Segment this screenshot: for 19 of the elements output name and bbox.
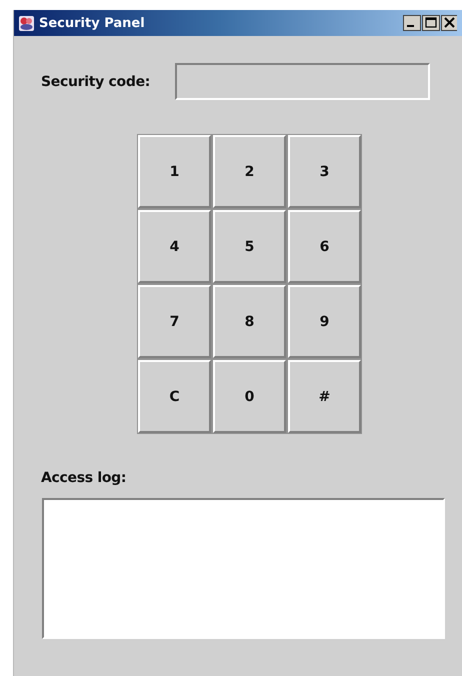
keypad-key[interactable]: 8 [213, 285, 286, 358]
close-icon[interactable] [441, 15, 457, 31]
field-label: Access log: [41, 470, 128, 486]
keypad-key[interactable]: # [288, 360, 361, 433]
keypad-key[interactable]: 9 [288, 285, 361, 358]
keypad-key[interactable]: 5 [213, 210, 286, 283]
keypad-key[interactable]: 4 [138, 210, 211, 283]
keypad-key[interactable]: C [138, 360, 211, 433]
minimize-icon[interactable] [403, 15, 421, 31]
maximize-icon[interactable] [422, 15, 440, 31]
keypad-key[interactable]: 3 [288, 135, 361, 208]
keypad-key[interactable]: 0 [213, 360, 286, 433]
window-title: Security Panel [39, 16, 145, 30]
keypad-key[interactable]: 6 [288, 210, 361, 283]
keypad-key[interactable]: 1 [138, 135, 211, 208]
app-icon [18, 14, 35, 32]
keypad-key[interactable]: 2 [213, 135, 286, 208]
keypad-key[interactable]: 7 [138, 285, 211, 358]
field-label: Security code: [41, 74, 150, 90]
